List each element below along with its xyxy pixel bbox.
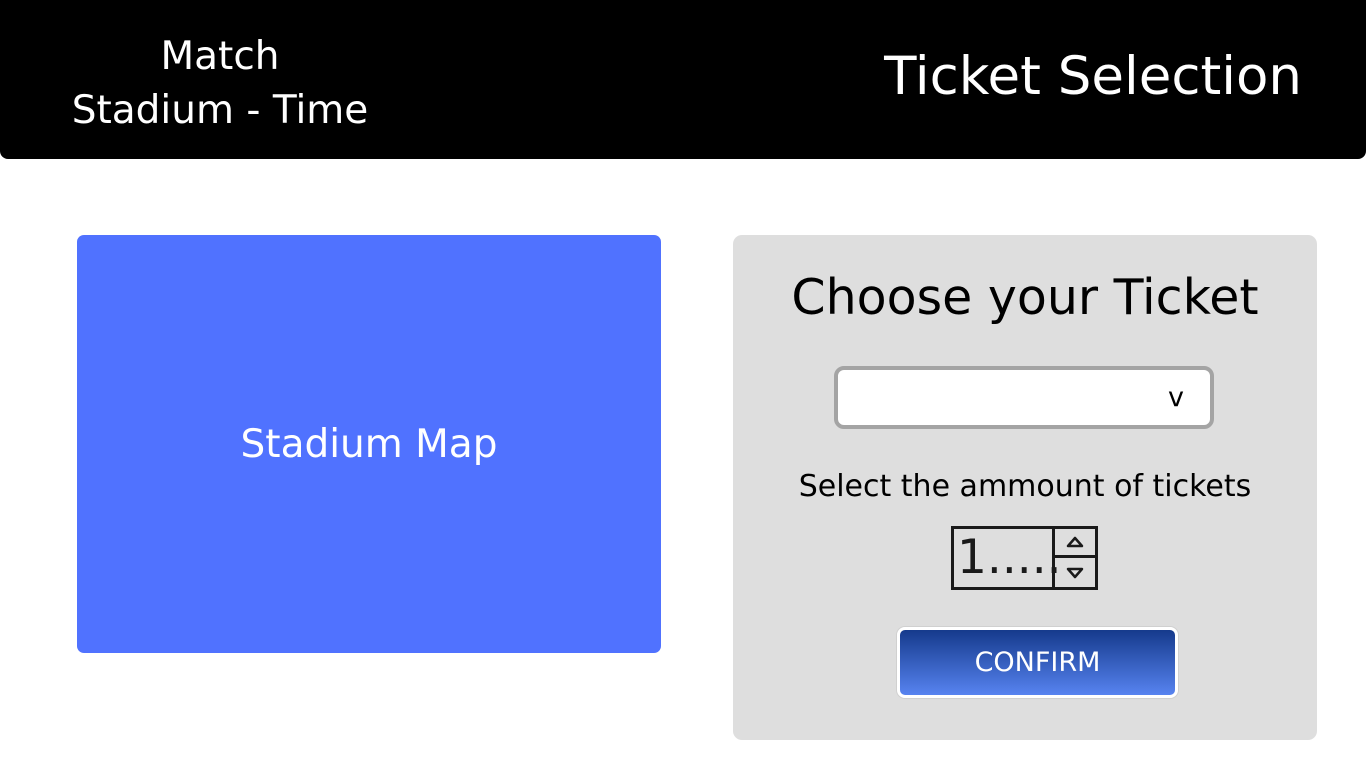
match-stadium-time: Stadium - Time bbox=[71, 88, 369, 133]
chevron-down-icon: v bbox=[1168, 382, 1184, 413]
quantity-decrease-button[interactable] bbox=[1055, 558, 1095, 587]
ticket-panel: Choose your Ticket v Select the ammount … bbox=[733, 235, 1317, 740]
quantity-increase-button[interactable] bbox=[1055, 529, 1095, 558]
stadium-map-label: Stadium Map bbox=[240, 421, 498, 467]
quantity-stepper-buttons bbox=[1052, 529, 1095, 587]
match-name: Match bbox=[160, 34, 280, 79]
page-title: Ticket Selection bbox=[884, 46, 1302, 107]
stadium-map[interactable]: Stadium Map bbox=[77, 235, 661, 653]
confirm-button[interactable]: CONFIRM bbox=[897, 627, 1178, 698]
ticket-type-select[interactable]: v bbox=[834, 366, 1214, 429]
ticket-panel-title: Choose your Ticket bbox=[791, 269, 1259, 326]
quantity-value[interactable]: 1..... bbox=[957, 529, 1062, 587]
ticket-amount-label: Select the ammount of tickets bbox=[798, 469, 1252, 504]
page-header: Match Stadium - Time Ticket Selection bbox=[0, 0, 1366, 159]
quantity-stepper[interactable]: 1..... bbox=[951, 526, 1098, 590]
chevron-up-icon bbox=[1066, 536, 1084, 548]
match-info: Match Stadium - Time bbox=[60, 30, 380, 138]
chevron-down-icon bbox=[1066, 567, 1084, 578]
